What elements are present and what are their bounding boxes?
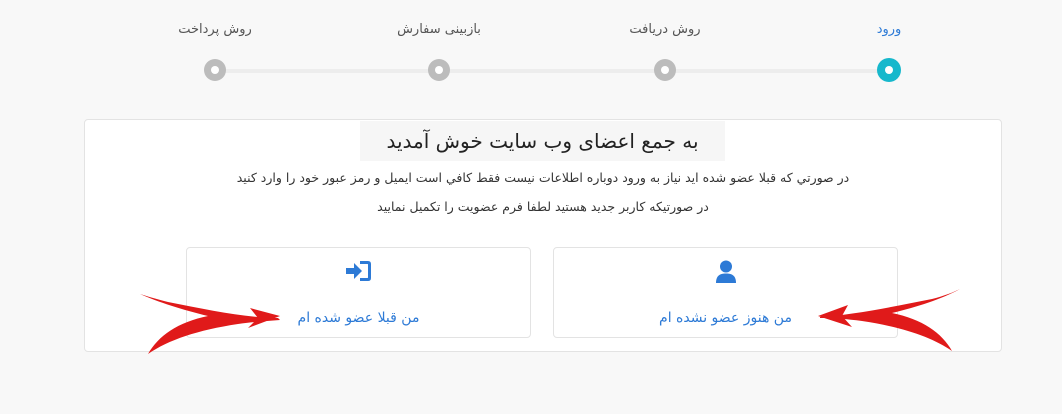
new-user-info: در صورتيکه کاربر جديد هستيد لطفا فرم عضو…: [377, 199, 709, 214]
welcome-title: به جمع اعضای وب سایت خوش آمدید: [360, 121, 725, 161]
step-login-dot: [877, 58, 901, 82]
step-review-dot: [428, 59, 450, 81]
step-review-label: بازبینی سفارش: [397, 22, 481, 37]
checkout-steps: ورود روش دریافت بازبینی سفارش روش پرداخت: [0, 0, 1062, 110]
member-login-label[interactable]: من قبلا عضو شده ام: [187, 310, 530, 326]
steps-track: [215, 69, 888, 73]
sign-in-icon: [187, 260, 530, 286]
existing-member-info: در صورتي که قبلا عضو شده ايد نياز به ورو…: [236, 170, 850, 185]
step-delivery-dot: [654, 59, 676, 81]
step-payment-label: روش پرداخت: [178, 22, 252, 37]
step-payment-dot: [204, 59, 226, 81]
login-card: به جمع اعضای وب سایت خوش آمدید در صورتي …: [84, 119, 1002, 352]
step-delivery-label: روش دریافت: [629, 22, 701, 37]
user-icon: [554, 260, 897, 286]
step-login-label: ورود: [876, 22, 902, 37]
new-user-option[interactable]: من هنوز عضو نشده ام: [553, 247, 898, 338]
member-login-option[interactable]: من قبلا عضو شده ام: [186, 247, 531, 338]
new-user-label[interactable]: من هنوز عضو نشده ام: [554, 310, 897, 326]
